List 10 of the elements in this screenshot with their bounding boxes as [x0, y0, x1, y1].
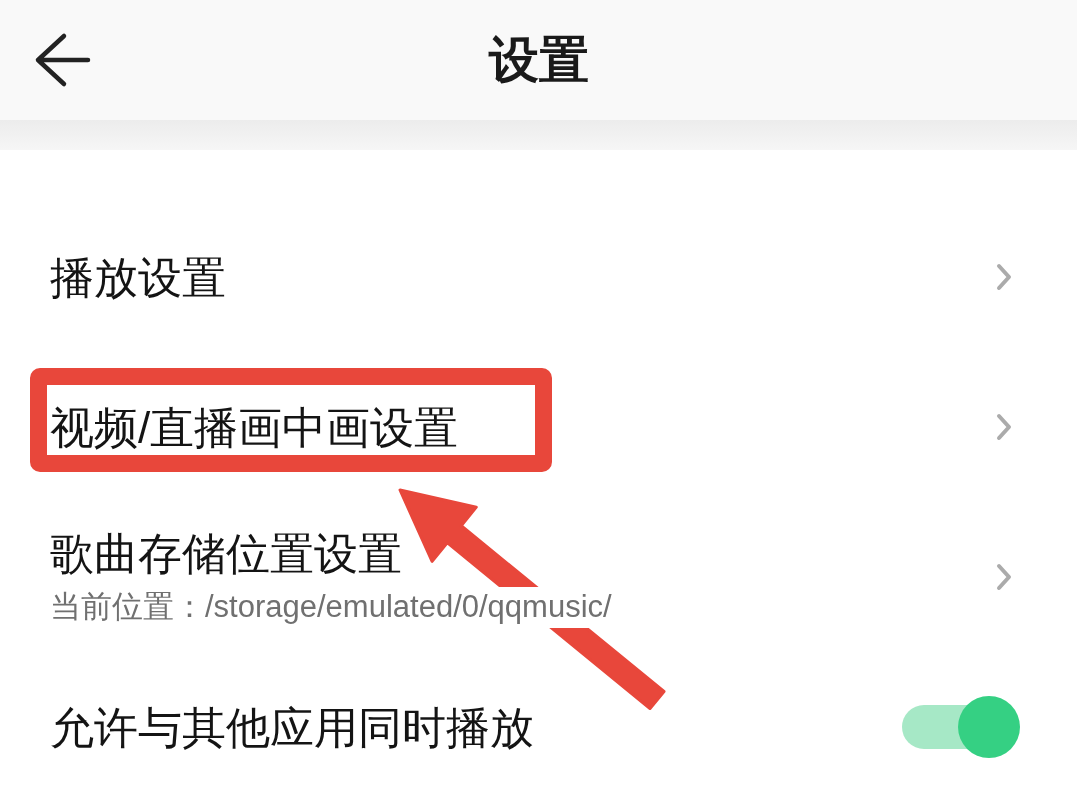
- toggle-switch[interactable]: [902, 696, 1020, 758]
- chevron-right-icon: [996, 413, 1012, 441]
- setting-label[interactable]: 允许与其他应用同时播放: [50, 699, 534, 755]
- page-title: 设置: [488, 31, 589, 90]
- setting-label[interactable]: 视频/直播画中画设置: [50, 399, 459, 455]
- storage-path-text: 当前位置：/storage/emulated/0/qqmusic/: [50, 587, 612, 628]
- setting-label[interactable]: 歌曲存储位置设置: [50, 526, 402, 582]
- setting-label[interactable]: 播放设置: [50, 249, 226, 305]
- chevron-right-icon: [996, 563, 1012, 591]
- chevron-right-icon: [996, 263, 1012, 291]
